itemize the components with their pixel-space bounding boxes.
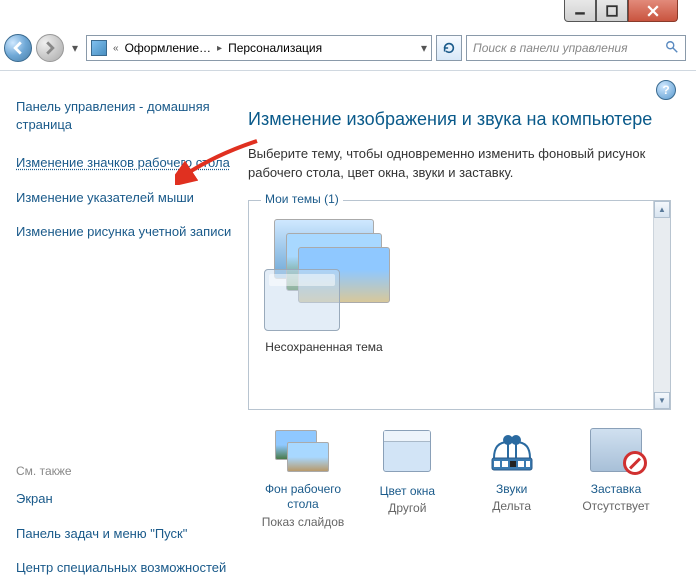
scroll-up-button[interactable]: ▲ bbox=[654, 201, 670, 218]
option-desktop-background[interactable]: Фон рабочего стола Показ слайдов bbox=[258, 428, 348, 529]
control-panel-home-link[interactable]: Панель управления - домашняя страница bbox=[16, 98, 232, 134]
breadcrumb[interactable]: Персонализация bbox=[228, 41, 322, 55]
option-label: Цвет окна bbox=[362, 484, 452, 500]
page-title: Изменение изображения и звука на компьют… bbox=[248, 108, 671, 131]
sidebar-link-accessibility[interactable]: Центр специальных возможностей bbox=[16, 559, 232, 577]
address-dropdown[interactable]: ▾ bbox=[421, 41, 427, 55]
sounds-icon bbox=[484, 428, 540, 476]
option-window-color[interactable]: Цвет окна Другой bbox=[362, 428, 452, 529]
minimize-button[interactable] bbox=[564, 0, 596, 22]
option-label: Заставка bbox=[571, 482, 661, 498]
scrollbar[interactable]: ▲ ▼ bbox=[653, 201, 670, 409]
search-input[interactable]: Поиск в панели управления bbox=[466, 35, 686, 61]
nav-history-dropdown[interactable]: ▾ bbox=[68, 34, 82, 62]
sidebar-link-display[interactable]: Экран bbox=[16, 490, 232, 508]
maximize-button[interactable] bbox=[596, 0, 628, 22]
option-sounds[interactable]: Звуки Дельта bbox=[467, 428, 557, 529]
themes-legend: Мои темы (1) bbox=[261, 192, 343, 206]
option-sublabel: Другой bbox=[362, 501, 452, 515]
refresh-button[interactable] bbox=[436, 35, 462, 61]
sidebar-link-desktop-icons[interactable]: Изменение значков рабочего стола bbox=[16, 154, 232, 172]
chevron-left-icon: « bbox=[111, 43, 121, 54]
option-label: Фон рабочего стола bbox=[258, 482, 348, 513]
window-color-icon bbox=[379, 430, 435, 478]
sidebar-link-mouse-pointers[interactable]: Изменение указателей мыши bbox=[16, 189, 232, 207]
page-description: Выберите тему, чтобы одновременно измени… bbox=[248, 145, 671, 181]
desktop-background-icon bbox=[275, 428, 331, 476]
location-icon bbox=[91, 40, 107, 56]
theme-item[interactable]: Несохраненная тема bbox=[259, 219, 389, 354]
forward-button[interactable] bbox=[36, 34, 64, 62]
see-also-label: См. также bbox=[16, 464, 232, 478]
search-icon bbox=[665, 40, 679, 57]
theme-name: Несохраненная тема bbox=[259, 340, 389, 354]
sidebar-link-account-picture[interactable]: Изменение рисунка учетной записи bbox=[16, 223, 232, 241]
address-bar[interactable]: « Оформление… ▸ Персонализация ▾ bbox=[86, 35, 432, 61]
my-themes-group: Мои темы (1) Несохраненная тема ▲ ▼ bbox=[248, 200, 671, 410]
option-sublabel: Показ слайдов bbox=[258, 515, 348, 529]
close-button[interactable] bbox=[628, 0, 678, 22]
search-placeholder: Поиск в панели управления bbox=[473, 41, 628, 55]
chevron-right-icon: ▸ bbox=[215, 43, 224, 54]
option-label: Звуки bbox=[467, 482, 557, 498]
sidebar-link-taskbar[interactable]: Панель задач и меню "Пуск" bbox=[16, 525, 232, 543]
option-screensaver[interactable]: Заставка Отсутствует bbox=[571, 428, 661, 529]
scroll-down-button[interactable]: ▼ bbox=[654, 392, 670, 409]
option-sublabel: Дельта bbox=[467, 499, 557, 513]
back-button[interactable] bbox=[4, 34, 32, 62]
breadcrumb[interactable]: Оформление… bbox=[125, 41, 211, 55]
option-sublabel: Отсутствует bbox=[571, 499, 661, 513]
theme-thumbnail bbox=[264, 219, 384, 334]
screensaver-icon bbox=[588, 428, 644, 476]
